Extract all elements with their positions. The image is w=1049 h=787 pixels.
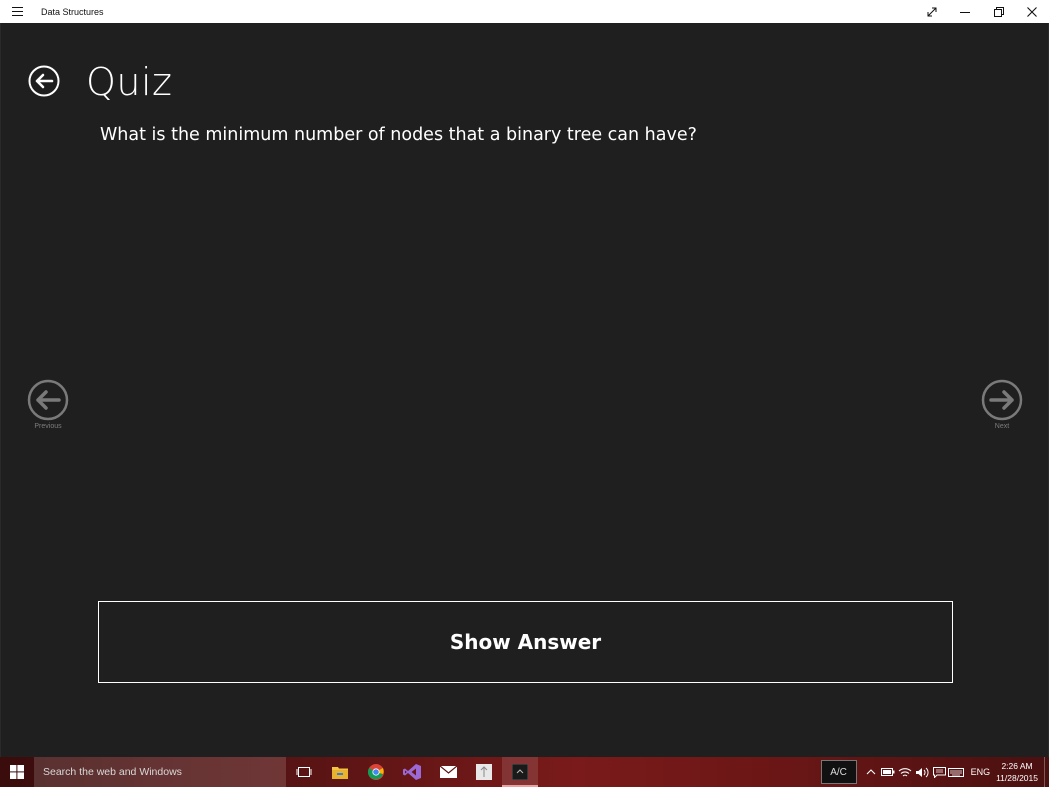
clock-date: 11/28/2015 (996, 773, 1038, 783)
quiz-page: Quiz What is the minimum number of nodes… (0, 23, 1049, 757)
wifi-icon (898, 767, 912, 776)
mail-button[interactable] (430, 757, 466, 787)
title-bar: Data Structures (0, 0, 1049, 23)
question-text: What is the minimum number of nodes that… (100, 125, 697, 145)
visual-studio-button[interactable] (394, 757, 430, 787)
battery-button[interactable] (880, 757, 897, 787)
app-window: Data Structures Quiz What is the minimum… (0, 0, 1049, 787)
page-title: Quiz (86, 60, 173, 104)
task-view-icon (296, 767, 312, 777)
next-button[interactable]: Next (972, 379, 1032, 430)
task-view-button[interactable] (286, 757, 322, 787)
start-button[interactable] (0, 757, 34, 787)
close-icon (1027, 6, 1038, 17)
ac-label: A/C (830, 766, 847, 778)
minimize-button[interactable] (949, 0, 983, 23)
keyboard-icon (948, 767, 965, 777)
back-button[interactable] (28, 65, 60, 97)
taskbar-search-box[interactable]: Search the web and Windows (34, 757, 286, 787)
expand-icon (927, 7, 937, 16)
ac-indicator[interactable]: A/C (820, 760, 857, 784)
taskbar: Search the web and Windows A/C ENG 2:26 … (0, 757, 1049, 787)
file-explorer-icon (332, 767, 348, 779)
close-button[interactable] (1016, 0, 1049, 23)
chrome-button[interactable] (358, 757, 394, 787)
clock[interactable]: 2:26 AM 11/28/2015 (996, 760, 1038, 784)
windows-logo-icon (10, 765, 24, 779)
battery-icon (881, 768, 895, 776)
previous-button[interactable]: Previous (18, 379, 78, 430)
taskbar-apps (286, 757, 538, 787)
speaker-icon (916, 767, 929, 777)
next-arrow-icon (981, 379, 1023, 421)
app-button[interactable] (466, 757, 502, 787)
app-icon (476, 764, 492, 780)
system-tray: A/C ENG 2:26 AM 11/28/2015 (820, 757, 1049, 787)
data-structures-app-icon (512, 764, 528, 780)
notification-icon (932, 766, 946, 778)
window-title: Data Structures (41, 6, 104, 17)
language-indicator[interactable]: ENG (971, 767, 991, 777)
search-placeholder: Search the web and Windows (43, 766, 182, 778)
minimize-icon (960, 11, 971, 13)
show-answer-label: Show Answer (449, 630, 602, 654)
full-screen-button[interactable] (915, 0, 949, 23)
data-structures-app-button[interactable] (502, 757, 538, 787)
window-controls (915, 0, 1049, 23)
file-explorer-button[interactable] (322, 757, 358, 787)
previous-arrow-icon (27, 379, 69, 421)
keyboard-button[interactable] (948, 757, 965, 787)
action-center-button[interactable] (931, 757, 948, 787)
clock-time: 2:26 AM (1001, 761, 1033, 771)
visual-studio-icon (403, 764, 421, 780)
mail-icon (439, 766, 457, 778)
chrome-icon (368, 764, 384, 780)
show-desktop-button[interactable] (1044, 757, 1049, 787)
volume-button[interactable] (914, 757, 931, 787)
network-button[interactable] (897, 757, 914, 787)
next-label: Next (994, 423, 1010, 430)
chevron-up-icon (866, 769, 876, 775)
previous-label: Previous (34, 423, 62, 430)
show-hidden-icons-button[interactable] (863, 757, 880, 787)
hamburger-menu-icon[interactable] (0, 0, 34, 23)
show-answer-button[interactable]: Show Answer (98, 601, 953, 683)
back-arrow-icon (28, 65, 60, 97)
restore-button[interactable] (982, 0, 1016, 23)
restore-icon (993, 6, 1004, 17)
